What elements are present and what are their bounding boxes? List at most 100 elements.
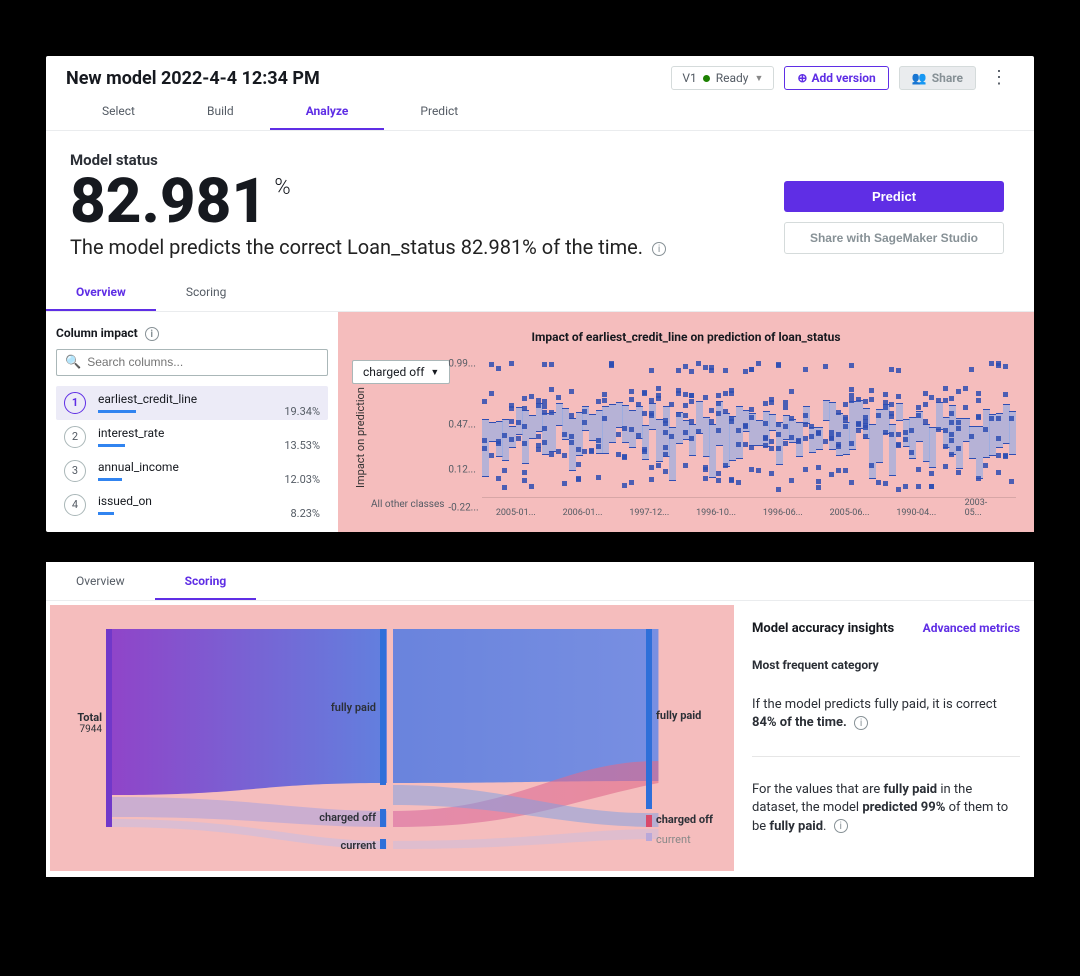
insights-subheading: Most frequent category xyxy=(752,658,1020,672)
x-tick: 2006-01... xyxy=(563,508,603,518)
x-tick: 2005-01... xyxy=(496,508,536,518)
y-tick: 0.12... xyxy=(448,465,475,476)
x-tick: 1996-06... xyxy=(763,508,803,518)
tab-analyze[interactable]: Analyze xyxy=(270,96,385,130)
header: New model 2022-4-4 12:34 PM V1 Ready ▼ ⊕… xyxy=(46,56,1034,96)
column-impact-heading: Column impact xyxy=(56,326,138,340)
sankey-mid-chargedoff: charged off xyxy=(298,811,376,824)
impact-bar xyxy=(98,410,136,413)
insight-text-2: For the values that are fully paid in th… xyxy=(752,781,1020,836)
subtab-overview-2[interactable]: Overview xyxy=(46,566,155,600)
impact-chart-pane: Impact of earliest_credit_line on predic… xyxy=(338,312,1034,532)
tab-select[interactable]: Select xyxy=(66,96,171,130)
impact-percent: 12.03% xyxy=(284,473,320,486)
share-studio-button[interactable]: Share with SageMaker Studio xyxy=(784,222,1004,254)
sankey-mid-fullypaid: fully paid xyxy=(304,701,376,714)
share-button-disabled: 👥 Share xyxy=(899,66,976,90)
x-tick: 1997-12... xyxy=(629,508,669,518)
info-icon[interactable]: i xyxy=(834,819,848,833)
other-classes-label: All other classes xyxy=(371,499,444,518)
people-icon: 👥 xyxy=(912,71,927,85)
search-icon: 🔍 xyxy=(65,355,81,370)
subtab-overview[interactable]: Overview xyxy=(46,277,156,311)
accuracy-description: The model predicts the correct Loan_stat… xyxy=(70,235,643,259)
sankey-node-current-right xyxy=(646,833,652,841)
impact-bar xyxy=(98,512,114,515)
sankey-right-fullypaid: fully paid xyxy=(656,709,716,722)
chart-title: Impact of earliest_credit_line on predic… xyxy=(352,330,1020,344)
impact-percent: 13.53% xyxy=(284,439,320,452)
main-tabs: Select Build Analyze Predict xyxy=(46,96,1034,131)
insight-text-1: If the model predicts fully paid, it is … xyxy=(752,696,1020,732)
sankey-mid-current: current xyxy=(322,839,376,852)
add-version-label: Add version xyxy=(811,71,875,85)
impact-percent: 19.34% xyxy=(284,405,320,418)
info-icon[interactable]: i xyxy=(854,716,868,730)
impact-row[interactable]: 2 interest_rate 13.53% xyxy=(56,420,328,454)
sankey-chart: Total 7944 fully paid charged off curren… xyxy=(50,605,734,871)
y-tick: 0.47... xyxy=(448,420,475,431)
impact-bar xyxy=(98,444,125,447)
search-columns-field[interactable] xyxy=(87,355,319,369)
sankey-total-label: Total xyxy=(77,711,102,724)
sankey-node-chargedoff-right xyxy=(646,815,652,827)
sankey-right-current: current xyxy=(656,833,716,846)
sankey-node-current-mid xyxy=(380,839,386,849)
tab-predict[interactable]: Predict xyxy=(384,96,494,130)
search-columns-input[interactable]: 🔍 xyxy=(56,349,328,376)
sankey-node-total xyxy=(106,629,112,827)
sankey-svg xyxy=(50,605,734,871)
analyze-body: Column impact i 🔍 1 earliest_credit_line… xyxy=(46,312,1034,532)
y-tick: -0.22... xyxy=(448,503,478,514)
accuracy-value: 82.981 xyxy=(70,171,267,233)
analyze-subtabs: Overview Scoring xyxy=(46,259,1034,312)
rank-badge: 2 xyxy=(64,426,86,448)
rank-badge: 1 xyxy=(64,392,86,414)
subtab-scoring[interactable]: Scoring xyxy=(156,277,257,311)
insights-panel: Model accuracy insights Advanced metrics… xyxy=(734,601,1034,877)
sankey-node-fullypaid-right xyxy=(646,629,652,809)
accuracy-unit: % xyxy=(274,175,290,200)
model-panel: New model 2022-4-4 12:34 PM V1 Ready ▼ ⊕… xyxy=(46,56,1034,532)
status-label: Ready xyxy=(716,71,749,85)
info-icon[interactable]: i xyxy=(652,242,666,256)
class-selector-label: charged off xyxy=(363,365,424,379)
x-tick: 2005-06... xyxy=(830,508,870,518)
impact-row[interactable]: 4 issued_on 8.23% xyxy=(56,488,328,522)
y-axis-label: Impact on prediction xyxy=(352,358,369,518)
add-version-button[interactable]: ⊕ Add version xyxy=(784,66,888,90)
tab-build[interactable]: Build xyxy=(171,96,270,130)
advanced-metrics-link[interactable]: Advanced metrics xyxy=(923,621,1020,635)
impact-percent: 8.23% xyxy=(290,507,320,520)
scoring-subtabs: Overview Scoring xyxy=(46,562,1034,601)
share-label: Share xyxy=(932,71,963,85)
sankey-node-chargedoff-mid xyxy=(380,809,386,827)
x-tick: 1996-10... xyxy=(696,508,736,518)
y-tick: 0.99... xyxy=(448,359,475,370)
subtab-scoring-2[interactable]: Scoring xyxy=(155,566,257,600)
sankey-total-value: 7944 xyxy=(50,724,102,735)
chevron-down-icon: ▼ xyxy=(754,73,763,84)
sankey-node-fullypaid-mid xyxy=(380,629,386,785)
version-label: V1 xyxy=(682,71,696,85)
impact-row[interactable]: 1 earliest_credit_line 19.34% xyxy=(56,386,328,420)
predict-button[interactable]: Predict xyxy=(784,181,1004,212)
impact-column-name: issued_on xyxy=(98,494,320,508)
page-title: New model 2022-4-4 12:34 PM xyxy=(66,68,663,89)
insights-heading: Model accuracy insights xyxy=(752,621,894,636)
column-impact-panel: Column impact i 🔍 1 earliest_credit_line… xyxy=(46,312,338,532)
impact-bar xyxy=(98,478,122,481)
chevron-down-icon: ▼ xyxy=(430,367,439,378)
plus-circle-icon: ⊕ xyxy=(797,71,807,85)
impact-row[interactable]: 3 annual_income 12.03% xyxy=(56,454,328,488)
impact-scatter-plot: 0.99... 0.47... 0.12... -0.22... 2005-01… xyxy=(448,358,1020,518)
info-icon[interactable]: i xyxy=(145,327,159,341)
status-dot-icon xyxy=(703,75,710,82)
x-tick: 2003-05... xyxy=(965,498,1002,518)
x-tick: 1990-04... xyxy=(896,508,936,518)
scoring-panel: Overview Scoring xyxy=(46,562,1034,877)
sankey-right-chargedoff: charged off xyxy=(656,813,726,826)
version-selector[interactable]: V1 Ready ▼ xyxy=(671,66,774,90)
overflow-menu-button[interactable]: ⋮ xyxy=(990,72,1008,84)
model-status-block: Model status 82.981 % The model predicts… xyxy=(46,131,1034,259)
